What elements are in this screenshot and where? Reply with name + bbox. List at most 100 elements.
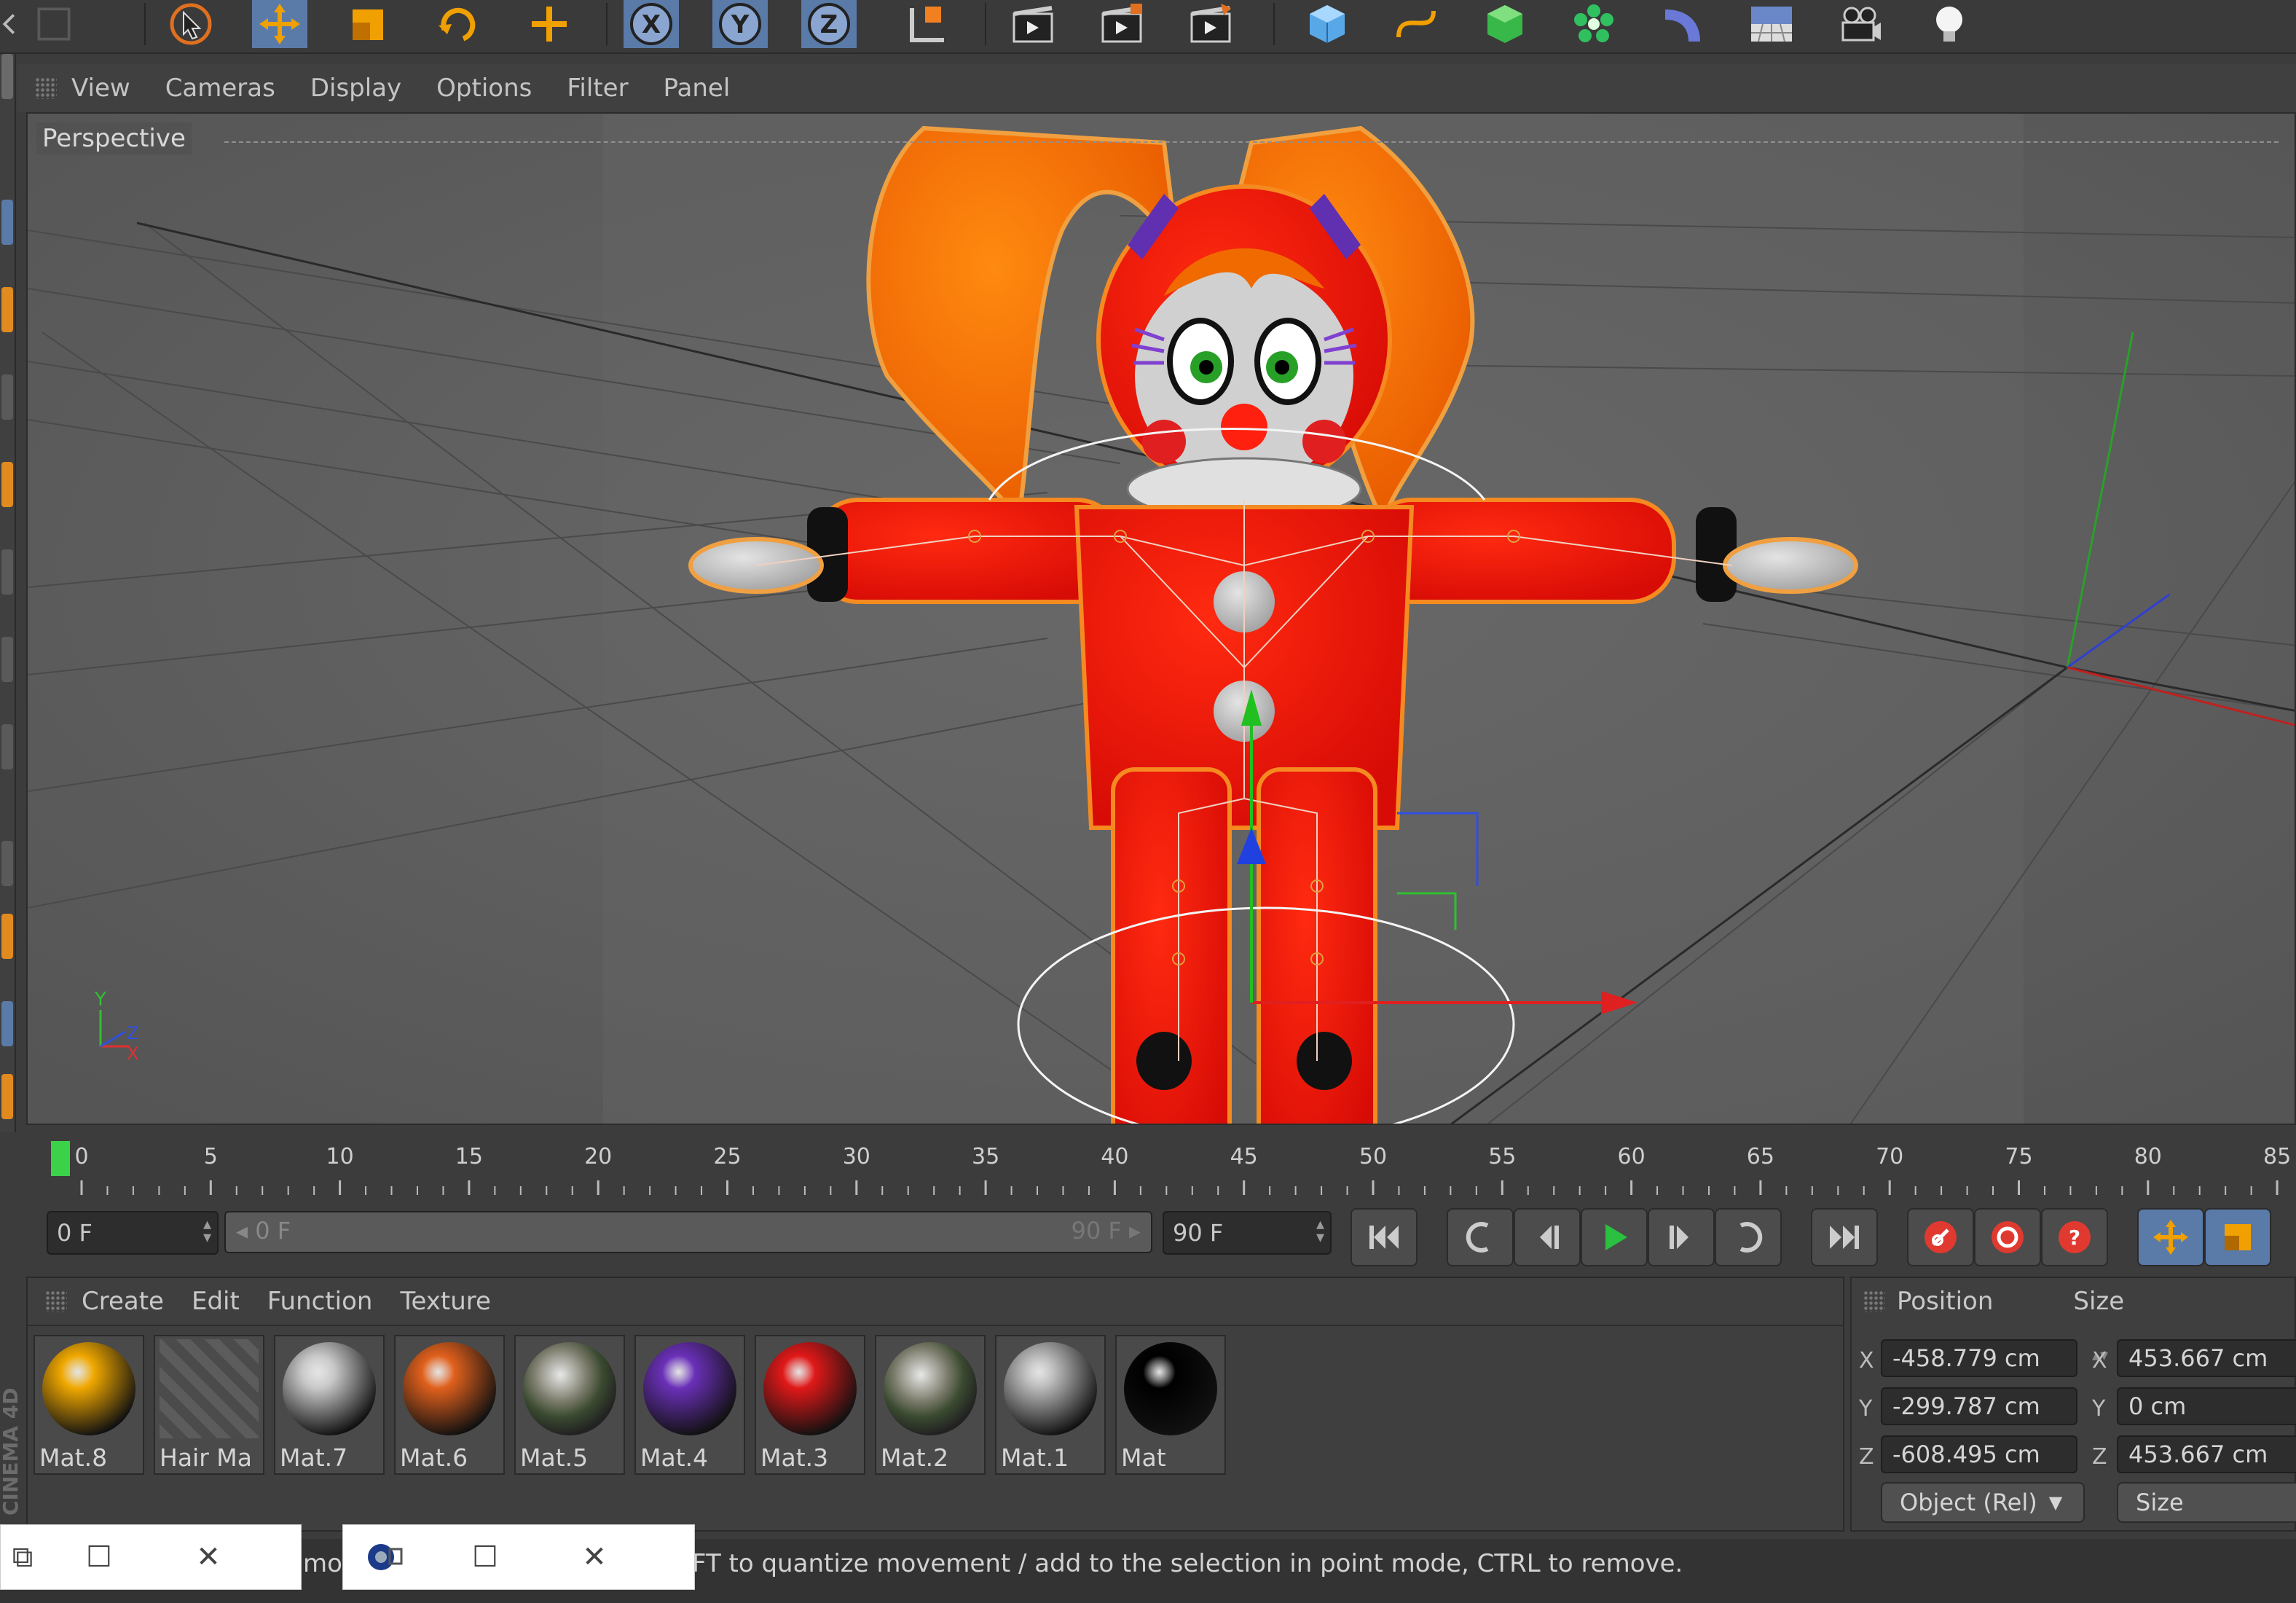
menu-panel[interactable]: Panel [664, 74, 731, 103]
light-icon[interactable] [1922, 0, 1977, 48]
material-swatch[interactable]: Mat.2 [875, 1335, 986, 1475]
redo-icon[interactable] [32, 0, 76, 48]
keyframe-selection-button[interactable]: ? [2041, 1208, 2108, 1266]
material-swatch[interactable]: Mat.8 [34, 1335, 144, 1475]
maximize-icon[interactable]: ☐ [430, 1525, 540, 1589]
deformer-icon[interactable] [1655, 0, 1710, 48]
tool-strip-icon[interactable] [1, 462, 13, 507]
record-keys-button[interactable] [1907, 1208, 1974, 1266]
perspective-viewport[interactable]: Perspective Y Z X [26, 112, 2296, 1125]
tool-strip-icon[interactable] [1, 1074, 13, 1119]
maximize-icon[interactable]: ☐ [44, 1525, 154, 1589]
size-y-field[interactable]: 0 cm [2117, 1387, 2296, 1425]
current-frame-marker[interactable] [51, 1141, 70, 1176]
tool-strip-icon[interactable] [1, 637, 13, 682]
menu-cameras[interactable]: Cameras [165, 74, 275, 103]
menu-display[interactable]: Display [310, 74, 401, 103]
tool-strip-icon[interactable] [1, 724, 13, 769]
tool-strip-icon[interactable] [1, 549, 13, 595]
cinema4d-side-logo: CINEMA 4D [0, 1387, 22, 1516]
tool-strip-icon[interactable] [1, 200, 13, 245]
restore-icon[interactable]: ⧉ [1, 1525, 44, 1589]
menu-filter[interactable]: Filter [567, 74, 628, 103]
position-x-field[interactable]: -458.779 cm [1881, 1339, 2077, 1377]
go-to-end-button[interactable] [1811, 1208, 1878, 1266]
timeline-tick-label: 35 [972, 1144, 1000, 1169]
panel-grip-icon[interactable] [45, 1290, 67, 1312]
floor-icon[interactable] [1744, 0, 1799, 48]
previous-key-button[interactable] [1447, 1208, 1514, 1266]
key-scale-button[interactable] [2204, 1208, 2271, 1266]
tool-strip-icon[interactable] [1, 1001, 13, 1046]
svg-text:CINEMA 4D: CINEMA 4D [0, 1387, 22, 1516]
array-icon[interactable] [1566, 0, 1621, 48]
position-z-field[interactable]: -608.495 cm [1881, 1435, 2077, 1473]
tool-strip-icon[interactable] [1, 375, 13, 420]
y-axis-lock-icon[interactable]: Y [712, 0, 768, 48]
render-view-icon[interactable] [1005, 0, 1061, 48]
tool-strip-icon[interactable] [1, 841, 13, 886]
spline-icon[interactable] [1388, 0, 1444, 48]
current-frame-field[interactable]: 0 F ▴ ▾ [47, 1211, 219, 1255]
size-mode-dropdown[interactable]: Size [2117, 1482, 2296, 1523]
close-icon[interactable]: ✕ [154, 1525, 263, 1589]
undo-icon[interactable] [0, 0, 29, 48]
tool-strip-icon[interactable] [1, 54, 13, 99]
tool-strip-icon[interactable] [1, 287, 13, 332]
menu-function[interactable]: Function [267, 1287, 373, 1316]
coordinate-system-icon[interactable] [900, 0, 956, 48]
material-swatch[interactable]: Mat.3 [755, 1335, 865, 1475]
play-button[interactable] [1581, 1208, 1648, 1266]
material-swatch[interactable]: Mat.6 [394, 1335, 505, 1475]
rotate-icon[interactable] [430, 0, 485, 48]
material-label: Mat.8 [39, 1443, 108, 1472]
camera-icon[interactable] [1833, 0, 1888, 48]
material-label: Mat.4 [640, 1443, 709, 1472]
position-y-field[interactable]: -299.787 cm [1881, 1387, 2077, 1425]
go-to-start-button[interactable] [1351, 1208, 1418, 1266]
menu-create[interactable]: Create [82, 1287, 164, 1316]
next-key-button[interactable] [1715, 1208, 1782, 1266]
transport-bar: 0 F ▴ ▾ ◂ 0 F 90 F ▸ 90 F ▴ ▾ ? [26, 1202, 2296, 1268]
menu-view[interactable]: View [71, 74, 130, 103]
move-icon[interactable] [252, 0, 307, 48]
panel-grip-icon[interactable] [35, 77, 57, 99]
tool-strip-icon[interactable] [1, 914, 13, 959]
material-swatch[interactable]: Mat [1115, 1335, 1226, 1475]
size-x-field[interactable]: 453.667 cm [2117, 1339, 2296, 1377]
menu-texture[interactable]: Texture [400, 1287, 490, 1316]
render-picture-viewer-icon[interactable] [1094, 0, 1149, 48]
render-settings-icon[interactable] [1183, 0, 1238, 48]
key-position-button[interactable] [2137, 1208, 2204, 1266]
menu-options[interactable]: Options [436, 74, 532, 103]
material-swatch[interactable]: Mat.4 [634, 1335, 745, 1475]
material-swatch[interactable]: Hair Ma [154, 1335, 264, 1475]
material-swatch[interactable]: Mat.7 [274, 1335, 385, 1475]
z-axis-lock-icon[interactable]: Z [801, 0, 857, 48]
cube-primitive-icon[interactable] [1300, 0, 1355, 48]
material-label: Hair Ma [160, 1443, 252, 1472]
panel-grip-icon[interactable] [1863, 1290, 1885, 1312]
nurbs-icon[interactable] [1477, 0, 1533, 48]
svg-text:Y: Y [94, 989, 106, 1011]
size-z-field[interactable]: 453.667 cm [2117, 1435, 2296, 1473]
app-taskbar-icon[interactable] [343, 1525, 430, 1589]
previous-frame-button[interactable] [1514, 1208, 1581, 1266]
add-object-icon[interactable] [522, 0, 577, 48]
scale-icon[interactable] [341, 0, 396, 48]
menu-edit[interactable]: Edit [192, 1287, 240, 1316]
material-swatch[interactable]: Mat.1 [995, 1335, 1106, 1475]
timeline-ruler[interactable]: 0 5 10 15 20 25 30 35 40 45 50 55 60 65 70 75 80 85 [26, 1129, 2296, 1199]
timeline-scale [80, 1180, 2279, 1195]
x-axis-lock-icon[interactable]: X [624, 0, 679, 48]
autokeying-button[interactable] [1974, 1208, 2041, 1266]
select-cursor-icon[interactable] [163, 0, 219, 48]
material-swatch[interactable]: Mat.5 [514, 1335, 625, 1475]
chevron-down-icon: ▼ [2048, 1492, 2063, 1513]
close-icon[interactable]: ✕ [540, 1525, 649, 1589]
next-frame-button[interactable] [1648, 1208, 1715, 1266]
coordinate-mode-dropdown[interactable]: Object (Rel) ▼ [1881, 1482, 2085, 1523]
timeline-tick-label: 70 [1876, 1144, 1904, 1169]
frame-range-slider[interactable]: ◂ 0 F 90 F ▸ [224, 1211, 1152, 1253]
end-frame-field[interactable]: 90 F ▴ ▾ [1163, 1211, 1332, 1255]
